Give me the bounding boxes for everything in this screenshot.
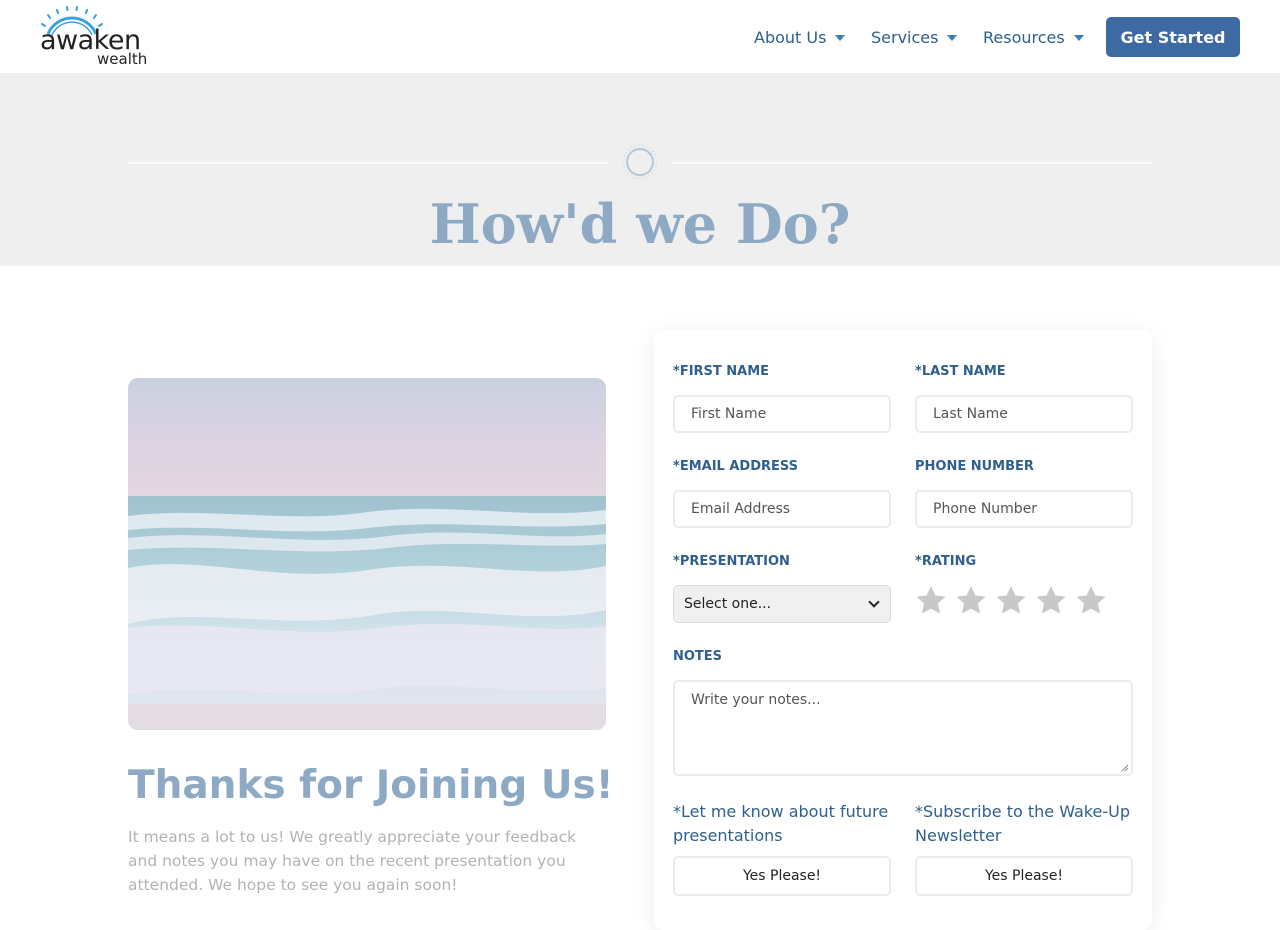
page-title: How'd we Do? xyxy=(429,192,851,256)
nav-item-about-us[interactable]: About Us xyxy=(754,17,846,57)
label-text: RATING xyxy=(921,554,977,569)
notes-label: NOTES xyxy=(673,649,722,665)
nav-label: Services xyxy=(871,27,939,47)
newsletter-label: *Subscribe to the Wake-Up Newsletter xyxy=(915,800,1140,848)
placeholder: Phone Number xyxy=(933,501,1038,517)
placeholder: Email Address xyxy=(691,501,791,517)
label-text: PRESENTATION xyxy=(679,554,790,569)
first-name-input[interactable]: First Name xyxy=(673,395,891,433)
label-text: NOTES xyxy=(673,649,723,664)
star-icon[interactable] xyxy=(994,584,1028,618)
get-started-button[interactable]: Get Started xyxy=(1106,17,1240,57)
resize-handle-icon[interactable] xyxy=(1121,764,1129,772)
newsletter-yes-button[interactable]: Yes Please! xyxy=(915,856,1133,896)
hero-divider-left xyxy=(128,162,608,164)
nav-item-services[interactable]: Services xyxy=(871,17,958,57)
label-text: EMAIL ADDRESS xyxy=(679,459,799,474)
first-name-label: *FIRST NAME xyxy=(673,364,769,380)
hero-divider-right xyxy=(672,162,1152,164)
label-text: FIRST NAME xyxy=(679,364,770,379)
required-marker: * xyxy=(915,802,923,821)
caret-down-icon xyxy=(1073,35,1084,41)
rating-label: *RATING xyxy=(915,554,976,570)
placeholder: Write your notes... xyxy=(691,692,821,708)
brand-logo[interactable]: awaken wealth xyxy=(40,6,160,68)
thanks-body: It means a lot to us! We greatly appreci… xyxy=(128,828,577,894)
label-text: Let me know about future presentations xyxy=(673,802,889,845)
required-marker: * xyxy=(673,554,680,569)
required-marker: * xyxy=(673,364,680,379)
email-label: *EMAIL ADDRESS xyxy=(673,459,798,475)
required-marker: * xyxy=(915,554,922,569)
thanks-title: Thanks for Joining Us! xyxy=(128,763,614,808)
presentation-select[interactable]: Select one... xyxy=(673,585,891,623)
chevron-down-icon xyxy=(868,596,880,608)
presentation-label: *PRESENTATION xyxy=(673,554,790,570)
email-input[interactable]: Email Address xyxy=(673,490,891,528)
phone-label: PHONE NUMBER xyxy=(915,459,1034,475)
star-rating xyxy=(914,584,1114,618)
future-presentations-yes-button[interactable]: Yes Please! xyxy=(673,856,891,896)
brand-subtitle: wealth xyxy=(97,50,148,68)
caret-down-icon xyxy=(835,35,846,41)
label-text: LAST NAME xyxy=(921,364,1006,379)
sun-icon xyxy=(622,144,658,180)
ocean-waves-image xyxy=(128,378,606,730)
star-icon[interactable] xyxy=(1034,584,1068,618)
beach-photo-illustration xyxy=(128,378,606,730)
selected-value: Select one... xyxy=(684,596,772,612)
label-text: PHONE NUMBER xyxy=(915,459,1034,474)
nav-label: Resources xyxy=(983,27,1065,47)
required-marker: * xyxy=(673,802,681,821)
hero-section: How'd we Do? xyxy=(0,73,1280,266)
star-icon[interactable] xyxy=(1074,584,1108,618)
last-name-label: *LAST NAME xyxy=(915,364,1006,380)
feedback-form: *FIRST NAME First Name *LAST NAME Last N… xyxy=(654,330,1152,930)
nav-item-resources[interactable]: Resources xyxy=(983,17,1084,57)
last-name-input[interactable]: Last Name xyxy=(915,395,1133,433)
star-icon[interactable] xyxy=(954,584,988,618)
notes-textarea[interactable]: Write your notes... xyxy=(673,680,1133,776)
caret-down-icon xyxy=(947,35,958,41)
site-header: awaken wealth About Us Services Resource… xyxy=(0,0,1280,73)
label-text: Subscribe to the Wake-Up Newsletter xyxy=(915,802,1130,845)
future-presentations-label: *Let me know about future presentations xyxy=(673,800,898,848)
required-marker: * xyxy=(673,459,680,474)
placeholder: First Name xyxy=(691,406,767,422)
placeholder: Last Name xyxy=(933,406,1008,422)
star-icon[interactable] xyxy=(914,584,948,618)
phone-input[interactable]: Phone Number xyxy=(915,490,1133,528)
required-marker: * xyxy=(915,364,922,379)
nav-label: About Us xyxy=(754,27,827,47)
